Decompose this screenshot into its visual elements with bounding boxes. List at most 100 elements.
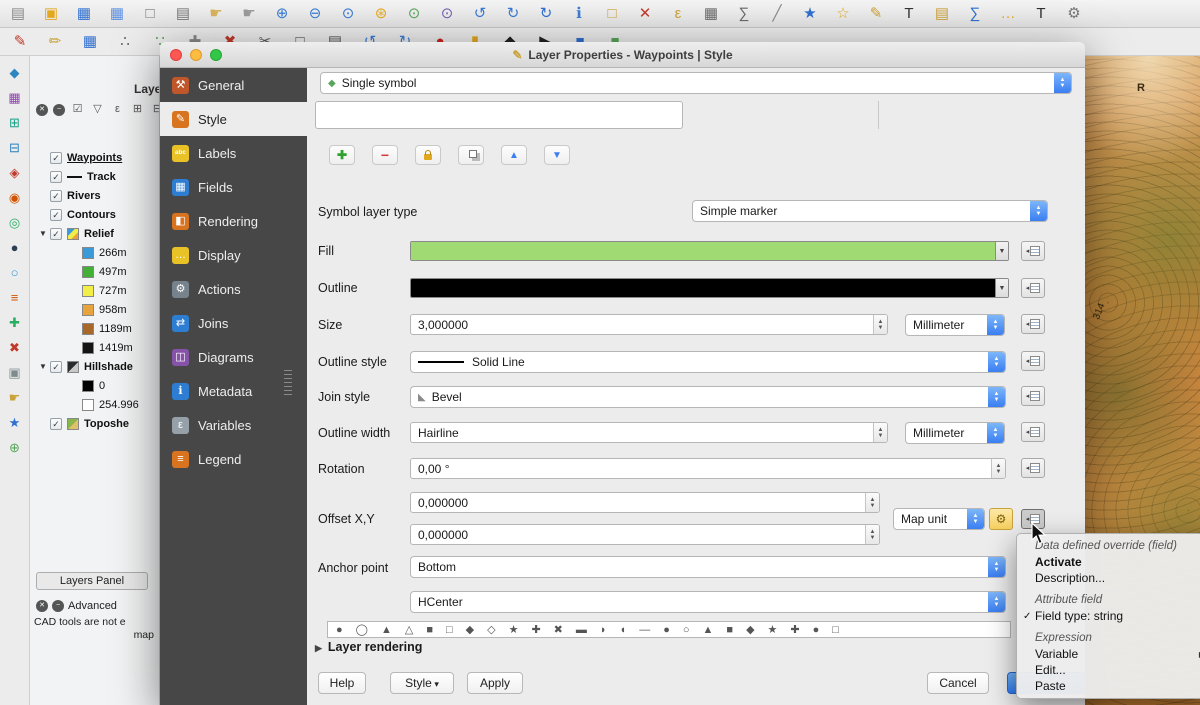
collapse-all-icon[interactable]: ⊟ bbox=[150, 102, 160, 117]
offset-unit-dropdown[interactable]: Map unit bbox=[893, 508, 985, 530]
dialog-tab-display[interactable]: …Display bbox=[160, 238, 307, 272]
anchor-horizontal-dropdown[interactable]: HCenter bbox=[410, 591, 1006, 613]
join-style-data-defined-button[interactable]: ◂ bbox=[1021, 386, 1045, 406]
remove-layer-icon[interactable]: ✖ bbox=[5, 339, 25, 357]
bookmarks-icon[interactable]: ★ bbox=[798, 3, 822, 25]
layer-checkbox[interactable]: ✓ bbox=[50, 171, 62, 183]
zoom-out-icon[interactable]: ⊖ bbox=[303, 3, 327, 25]
menu-item-variable[interactable]: Variable▶ bbox=[1017, 646, 1200, 662]
fill-data-defined-button[interactable]: ◂ bbox=[1021, 241, 1045, 261]
spin-stepper-icon[interactable] bbox=[865, 493, 879, 512]
new-shapefile-icon[interactable]: ✚ bbox=[5, 314, 25, 332]
close-panel-icon[interactable]: ✕ bbox=[36, 104, 48, 116]
rotation-spinbox[interactable]: 0,00 ° bbox=[410, 458, 1006, 479]
project-save-as-icon[interactable]: ▦ bbox=[105, 3, 129, 25]
marker-preset[interactable]: ✚ bbox=[531, 623, 540, 636]
dialog-titlebar[interactable]: ✎ Layer Properties - Waypoints | Style bbox=[160, 42, 1085, 68]
dialog-tab-legend[interactable]: ≡Legend bbox=[160, 442, 307, 476]
settings-icon[interactable]: ⚙ bbox=[1062, 3, 1086, 25]
layer-item-266m[interactable]: 266m bbox=[30, 243, 159, 262]
layer-item-1419m[interactable]: 1419m bbox=[30, 338, 159, 357]
color-dropdown-arrow-icon[interactable] bbox=[995, 242, 1008, 260]
marker-presets-strip[interactable]: ●◯▲△■□◆◇★✚✖▬◗◖—●○▲■◆★✚●□ bbox=[327, 621, 1011, 638]
layer-item-contours[interactable]: ✓Contours bbox=[30, 205, 159, 224]
marker-preset[interactable]: ▬ bbox=[576, 624, 587, 636]
zoom-next-icon[interactable]: ↻ bbox=[501, 3, 525, 25]
marker-preset[interactable]: ● bbox=[336, 624, 343, 636]
marker-preset[interactable]: ★ bbox=[509, 623, 519, 636]
node-tool-icon[interactable]: ∴ bbox=[113, 31, 137, 53]
color-dropdown-arrow-icon[interactable] bbox=[995, 279, 1008, 297]
size-spinbox[interactable]: 3,000000 bbox=[410, 314, 888, 335]
map-refresh-icon[interactable]: ↻ bbox=[534, 3, 558, 25]
marker-preset[interactable]: ◆ bbox=[466, 623, 474, 636]
collapse-panel-icon[interactable]: − bbox=[53, 104, 65, 116]
layer-checkbox[interactable]: ✓ bbox=[50, 228, 62, 240]
marker-preset[interactable]: □ bbox=[832, 624, 839, 636]
menu-item-description[interactable]: Description... bbox=[1017, 570, 1200, 586]
outline-data-defined-button[interactable]: ◂ bbox=[1021, 278, 1045, 298]
layer-item-track[interactable]: ✓Track bbox=[30, 167, 159, 186]
measure-icon[interactable]: ╱ bbox=[765, 3, 789, 25]
layer-item-hillshade[interactable]: ▼✓Hillshade bbox=[30, 357, 159, 376]
dialog-tab-fields[interactable]: ▦Fields bbox=[160, 170, 307, 204]
marker-preset[interactable]: ▲ bbox=[703, 624, 714, 636]
project-new-icon[interactable]: ▤ bbox=[6, 3, 30, 25]
annotation-icon[interactable]: ✎ bbox=[864, 3, 888, 25]
current-edits-icon[interactable]: ✎ bbox=[8, 31, 32, 53]
outline-width-spinbox[interactable]: Hairline bbox=[410, 422, 888, 443]
add-mssql-layer-icon[interactable]: ◈ bbox=[5, 164, 25, 182]
zoom-button[interactable] bbox=[210, 49, 222, 61]
layer-item-relief[interactable]: ▼✓Relief bbox=[30, 224, 159, 243]
dialog-tab-style[interactable]: ✎Style bbox=[160, 102, 307, 136]
add-raster-layer-icon[interactable]: ▦ bbox=[5, 89, 25, 107]
marker-preset[interactable]: — bbox=[639, 624, 650, 636]
expand-arrow-icon[interactable]: ▼ bbox=[36, 362, 50, 371]
marker-preset[interactable]: ◗ bbox=[600, 624, 607, 636]
outline-width-data-defined-button[interactable]: ◂ bbox=[1021, 422, 1045, 442]
manage-visibility-icon[interactable]: ☑ bbox=[70, 102, 85, 117]
project-save-icon[interactable]: ▦ bbox=[72, 3, 96, 25]
add-wms-layer-icon[interactable]: ◎ bbox=[5, 214, 25, 232]
help-button[interactable]: Help bbox=[318, 672, 366, 694]
marker-preset[interactable]: ■ bbox=[726, 624, 733, 636]
marker-preset[interactable]: ◇ bbox=[487, 623, 495, 636]
marker-preset[interactable]: □ bbox=[446, 624, 453, 636]
spin-stepper-icon[interactable] bbox=[991, 459, 1005, 478]
layer-item-497m[interactable]: 497m bbox=[30, 262, 159, 281]
layer-checkbox[interactable]: ✓ bbox=[50, 209, 62, 221]
attribute-table-icon[interactable]: ▦ bbox=[699, 3, 723, 25]
add-virtual-layer-icon[interactable]: ▣ bbox=[5, 364, 25, 382]
cancel-button[interactable]: Cancel bbox=[927, 672, 989, 694]
map-copy-icon[interactable]: □ bbox=[138, 3, 162, 25]
layer-checkbox[interactable]: ✓ bbox=[50, 361, 62, 373]
menu-item-activate[interactable]: Activate bbox=[1017, 554, 1200, 570]
filter-legend-icon[interactable]: ▽ bbox=[90, 102, 105, 117]
advanced-digitizing-header[interactable]: ✕− Advanced bbox=[36, 600, 117, 612]
layers-panel-tab[interactable]: Layers Panel bbox=[36, 572, 148, 590]
identify-features-icon[interactable]: ℹ bbox=[567, 3, 591, 25]
dialog-tab-actions[interactable]: ⚙Actions bbox=[160, 272, 307, 306]
symbol-layer-type-dropdown[interactable]: Simple marker bbox=[692, 200, 1048, 222]
add-delimited-text-icon[interactable]: ≡ bbox=[5, 289, 25, 307]
outline-style-data-defined-button[interactable]: ◂ bbox=[1021, 351, 1045, 371]
offset-y-spinbox[interactable]: 0,000000 bbox=[410, 524, 880, 545]
layer-item-254-996[interactable]: 254.996 bbox=[30, 395, 159, 414]
pan-selection-icon[interactable]: ☛ bbox=[237, 3, 261, 25]
layer-item-727m[interactable]: 727m bbox=[30, 281, 159, 300]
offset-x-spinbox[interactable]: 0,000000 bbox=[410, 492, 880, 513]
text-tool-icon[interactable]: T bbox=[1029, 3, 1053, 25]
new-bookmark-icon[interactable]: ☆ bbox=[831, 3, 855, 25]
add-wfs-layer-icon[interactable]: ○ bbox=[5, 264, 25, 282]
expand-all-icon[interactable]: ⊞ bbox=[130, 102, 145, 117]
join-style-dropdown[interactable]: ◣ Bevel bbox=[410, 386, 1006, 408]
map-tips-icon[interactable]: ☛ bbox=[5, 389, 25, 407]
minimize-button[interactable] bbox=[190, 49, 202, 61]
statistical-summary-icon[interactable]: ∑ bbox=[963, 3, 987, 25]
marker-preset[interactable]: △ bbox=[405, 623, 413, 636]
field-calculator-icon[interactable]: ∑ bbox=[732, 3, 756, 25]
apply-button[interactable]: Apply bbox=[467, 672, 523, 694]
menu-item-field-type-string[interactable]: ✓Field type: string bbox=[1017, 608, 1200, 624]
outline-width-unit-dropdown[interactable]: Millimeter bbox=[905, 422, 1005, 444]
marker-preset[interactable]: ○ bbox=[683, 624, 690, 636]
